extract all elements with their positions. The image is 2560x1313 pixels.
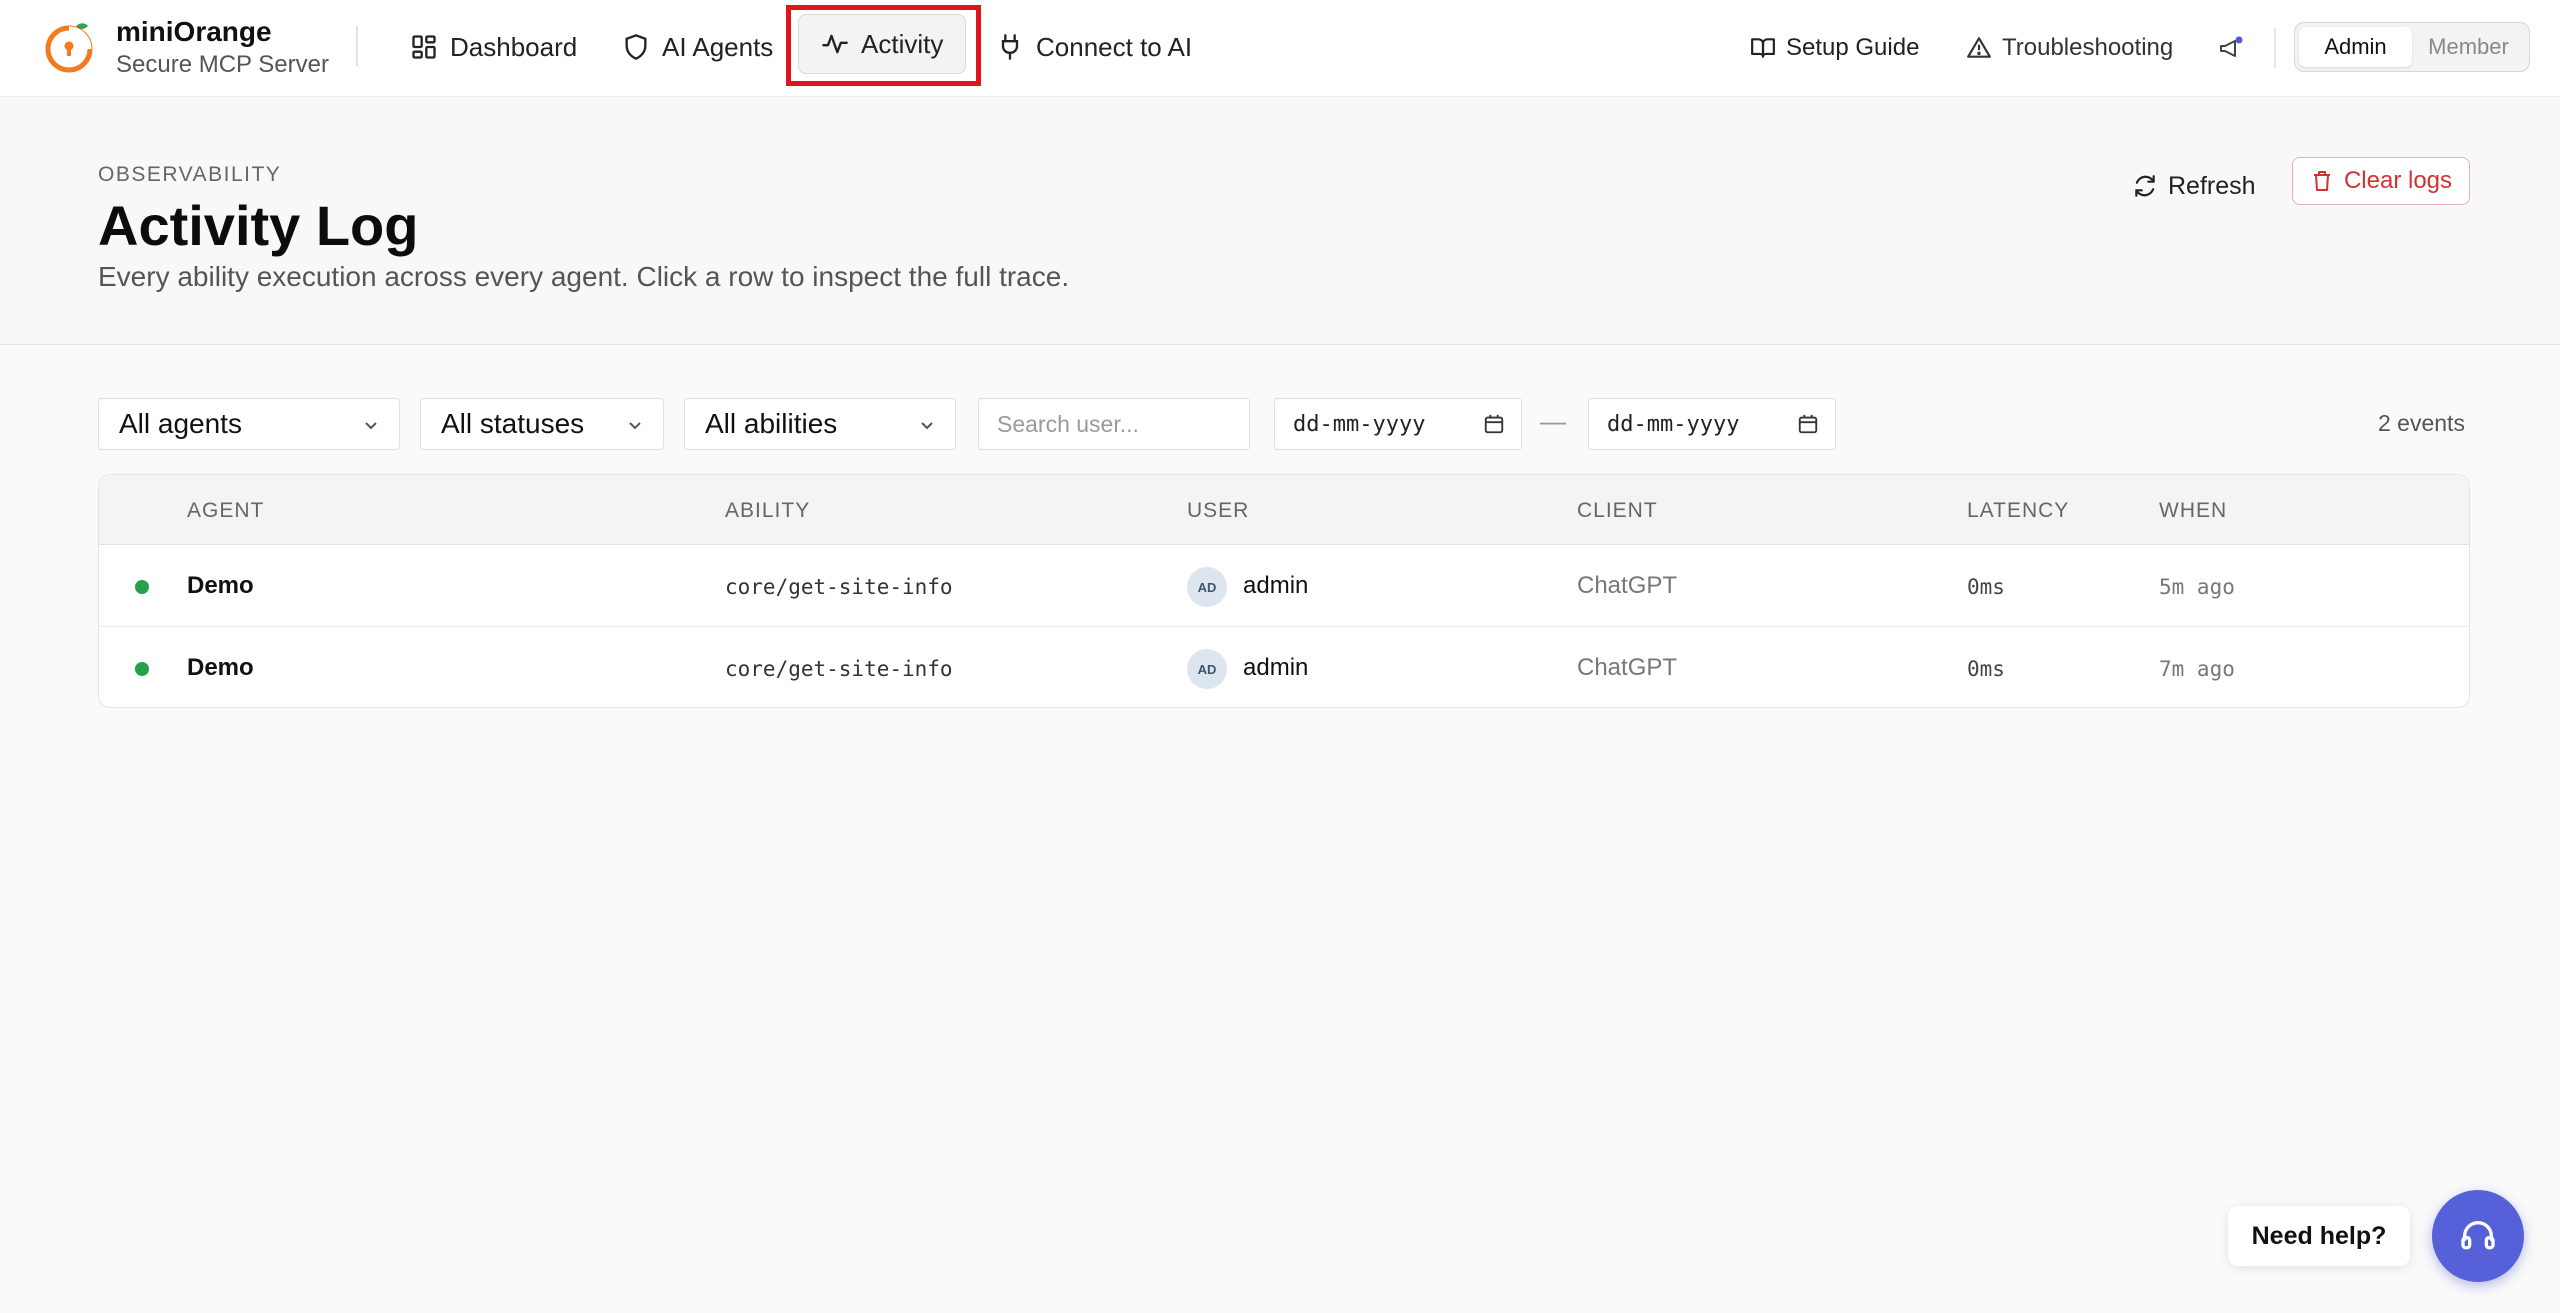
shield-icon bbox=[625, 34, 647, 60]
row-user: admin bbox=[1243, 572, 1309, 599]
agent-filter-select[interactable]: All agents bbox=[98, 398, 400, 450]
table-header: AGENT ABILITY USER CLIENT LATENCY WHEN bbox=[99, 475, 2469, 545]
refresh-button[interactable]: Refresh bbox=[2132, 161, 2256, 211]
column-header-when: WHEN bbox=[2159, 499, 2228, 522]
need-help-bubble[interactable]: Need help? bbox=[2228, 1206, 2410, 1266]
miniorange-logo-icon[interactable] bbox=[42, 20, 96, 74]
role-toggle: Admin Member bbox=[2294, 22, 2530, 72]
column-header-latency: LATENCY bbox=[1967, 499, 2070, 522]
nav-dashboard[interactable]: Dashboard bbox=[410, 22, 577, 72]
status-filter-select[interactable]: All statuses bbox=[420, 398, 664, 450]
top-navigation-bar: miniOrange Secure MCP Server Dashboard A… bbox=[0, 0, 2560, 97]
agent-filter-value: All agents bbox=[119, 408, 242, 439]
nav-ai-agents[interactable]: AI Agents bbox=[622, 22, 773, 72]
row-when: 7m ago bbox=[2159, 657, 2235, 681]
dashboard-grid-icon bbox=[412, 35, 436, 59]
plug-icon bbox=[1001, 34, 1019, 60]
page-eyebrow: OBSERVABILITY bbox=[98, 163, 282, 186]
search-user-input[interactable] bbox=[978, 398, 1250, 450]
status-success-dot bbox=[135, 662, 149, 676]
setup-guide-label: Setup Guide bbox=[1786, 34, 1920, 61]
megaphone-icon bbox=[2220, 36, 2243, 57]
row-ability: core/get-site-info bbox=[725, 575, 953, 599]
row-agent: Demo bbox=[187, 654, 254, 681]
trash-icon bbox=[2313, 171, 2330, 191]
troubleshooting-link[interactable]: Troubleshooting bbox=[1966, 26, 2173, 70]
announcements-button[interactable] bbox=[2218, 26, 2254, 70]
row-user: admin bbox=[1243, 654, 1309, 681]
activity-table: AGENT ABILITY USER CLIENT LATENCY WHEN D… bbox=[98, 474, 2470, 708]
avatar: AD bbox=[1187, 567, 1227, 607]
refresh-icon bbox=[2135, 175, 2155, 197]
table-row[interactable]: Demo core/get-site-info AD admin ChatGPT… bbox=[99, 546, 2469, 627]
nav-activity[interactable]: Activity bbox=[798, 14, 967, 74]
headset-icon bbox=[2461, 1221, 2495, 1250]
avatar: AD bbox=[1187, 649, 1227, 689]
role-admin-button[interactable]: Admin bbox=[2299, 27, 2412, 67]
page-description: Every ability execution across every age… bbox=[98, 261, 1070, 292]
column-header-client: CLIENT bbox=[1577, 499, 1658, 522]
nav-connect-to-ai[interactable]: Connect to AI bbox=[996, 22, 1192, 72]
status-filter-value: All statuses bbox=[441, 408, 585, 439]
date-to-input[interactable]: dd-mm-yyyy bbox=[1588, 398, 1836, 450]
nav-dashboard-label: Dashboard bbox=[450, 31, 578, 62]
chevron-down-icon bbox=[921, 422, 933, 430]
date-to-value: dd-mm-yyyy bbox=[1607, 411, 1740, 437]
status-success-dot bbox=[135, 580, 149, 594]
column-header-agent: AGENT bbox=[187, 499, 265, 522]
row-agent: Demo bbox=[187, 572, 254, 599]
row-client: ChatGPT bbox=[1577, 654, 1678, 681]
calendar-icon[interactable] bbox=[1483, 413, 1505, 435]
book-open-icon bbox=[1751, 38, 1775, 58]
row-latency: 0ms bbox=[1967, 657, 2005, 681]
refresh-label: Refresh bbox=[2168, 171, 2256, 200]
nav-connect-label: Connect to AI bbox=[1036, 31, 1193, 62]
nav-activity-label: Activity bbox=[861, 28, 944, 59]
events-count: 2 events bbox=[2378, 410, 2465, 436]
help-support-button[interactable] bbox=[2432, 1190, 2524, 1282]
role-member-button[interactable]: Member bbox=[2412, 27, 2525, 67]
warning-triangle-icon bbox=[1967, 37, 1991, 58]
date-range-separator: — bbox=[1540, 406, 1566, 436]
ability-filter-value: All abilities bbox=[705, 408, 838, 439]
page-title: Activity Log bbox=[98, 194, 419, 257]
row-client: ChatGPT bbox=[1577, 572, 1678, 599]
chevron-down-icon bbox=[629, 422, 641, 430]
date-from-value: dd-mm-yyyy bbox=[1293, 411, 1426, 437]
table-row[interactable]: Demo core/get-site-info AD admin ChatGPT… bbox=[99, 628, 2469, 707]
calendar-icon[interactable] bbox=[1797, 413, 1819, 435]
activity-pulse-icon bbox=[822, 34, 848, 54]
clear-logs-label: Clear logs bbox=[2343, 167, 2453, 194]
brand-divider bbox=[356, 26, 358, 66]
clear-logs-button[interactable]: Clear logs bbox=[2292, 157, 2470, 205]
date-from-input[interactable]: dd-mm-yyyy bbox=[1274, 398, 1522, 450]
row-ability: core/get-site-info bbox=[725, 657, 953, 681]
brand-name: miniOrange bbox=[116, 16, 272, 47]
column-header-user: USER bbox=[1187, 499, 1250, 522]
utility-divider bbox=[2274, 28, 2276, 68]
brand-subtitle: Secure MCP Server bbox=[116, 51, 329, 78]
page-header: OBSERVABILITY Activity Log Every ability… bbox=[0, 97, 2560, 345]
nav-ai-agents-label: AI Agents bbox=[662, 31, 774, 62]
ability-filter-select[interactable]: All abilities bbox=[684, 398, 956, 450]
setup-guide-link[interactable]: Setup Guide bbox=[1750, 26, 1919, 70]
row-when: 5m ago bbox=[2159, 575, 2235, 599]
chevron-down-icon bbox=[365, 422, 377, 430]
troubleshooting-label: Troubleshooting bbox=[2002, 34, 2174, 61]
row-latency: 0ms bbox=[1967, 575, 2005, 599]
column-header-ability: ABILITY bbox=[725, 499, 811, 522]
